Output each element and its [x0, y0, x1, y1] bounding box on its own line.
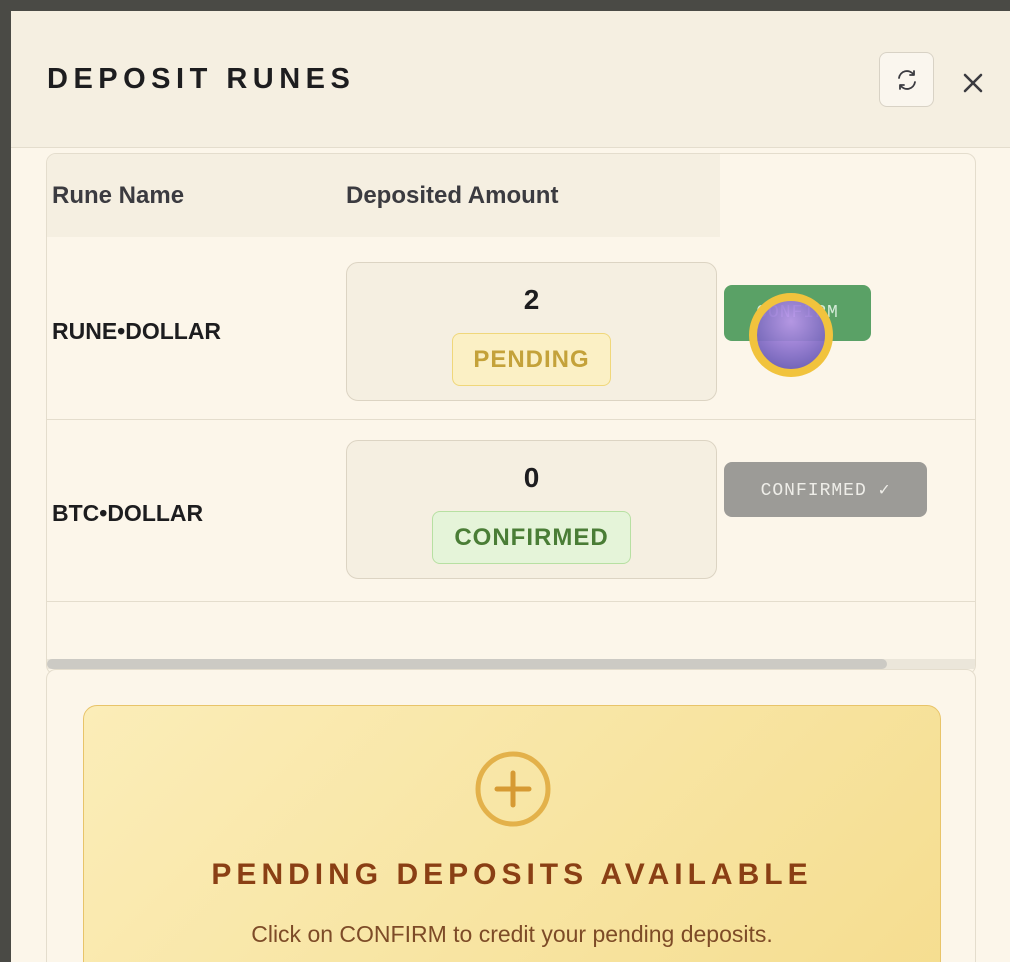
refresh-button[interactable]: [879, 52, 934, 107]
pending-deposits-title: PENDING DEPOSITS AVAILABLE: [211, 858, 813, 891]
close-button[interactable]: [956, 66, 990, 100]
modal-header: DEPOSIT RUNES: [11, 11, 1010, 148]
modal-title: DEPOSIT RUNES: [47, 63, 356, 95]
amount-box: 0 CONFIRMED: [346, 440, 717, 579]
column-header-rune-name: Rune Name: [52, 182, 185, 209]
refresh-icon: [897, 69, 916, 90]
amount-value: 2: [523, 284, 540, 315]
status-badge-confirmed: CONFIRMED: [432, 511, 631, 564]
amount-box: 2 PENDING: [346, 262, 717, 401]
pending-deposits-panel: PENDING DEPOSITS AVAILABLE Click on CONF…: [83, 705, 941, 962]
pending-deposits-text: Click on CONFIRM to credit your pending …: [251, 921, 773, 947]
table-header: Rune Name Deposited Amount: [47, 154, 720, 237]
close-icon: [963, 73, 983, 93]
plus-circle-icon: [475, 751, 551, 827]
horizontal-scrollbar[interactable]: [47, 659, 975, 669]
confirm-button[interactable]: CONFIRM: [724, 285, 871, 341]
confirmed-button: CONFIRMED ✓: [724, 462, 927, 517]
amount-value: 0: [523, 462, 540, 493]
deposit-runes-modal: DEPOSIT RUNES Rune Name Deposited Amount…: [11, 11, 1010, 962]
column-header-deposited-amount: Deposited Amount: [346, 182, 559, 209]
info-card: PENDING DEPOSITS AVAILABLE Click on CONF…: [46, 669, 976, 962]
status-badge-pending: PENDING: [452, 333, 611, 386]
scrollbar-thumb[interactable]: [47, 659, 887, 669]
rune-name: BTC•DOLLAR: [52, 500, 204, 526]
rune-name: RUNE•DOLLAR: [52, 318, 222, 344]
table-row: RUNE•DOLLAR 2 PENDING CONFIRM: [47, 238, 975, 420]
deposits-table: Rune Name Deposited Amount RUNE•DOLLAR 2…: [46, 153, 976, 675]
table-row: BTC•DOLLAR 0 CONFIRMED CONFIRMED ✓: [47, 420, 975, 602]
